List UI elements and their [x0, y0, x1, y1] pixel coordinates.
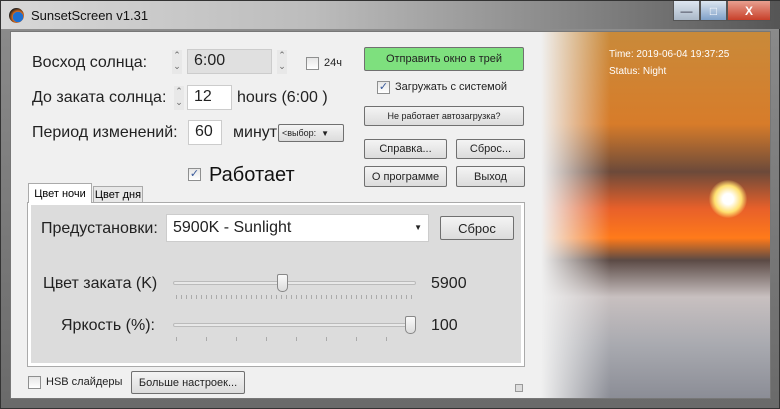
sunset-color-label: Цвет заката (K)	[43, 275, 158, 292]
about-button[interactable]: О программе	[364, 166, 447, 187]
sunset-color-value: 5900	[431, 275, 467, 292]
h24-label: 24ч	[324, 57, 342, 69]
running-checkbox[interactable]: ✓	[188, 168, 201, 181]
chevron-down-icon: ▼	[321, 128, 330, 138]
period-label: Период изменений:	[32, 124, 178, 141]
close-button[interactable]: X	[727, 1, 771, 21]
window-title: SunsetScreen v1.31	[31, 8, 149, 23]
hsb-checkbox[interactable]	[28, 376, 41, 389]
until-sunset-input[interactable]: 12	[187, 85, 232, 110]
until-sunset-label: До заката солнца:	[32, 89, 167, 106]
until-sunset-spinner[interactable]: ⌃ ⌄	[174, 86, 184, 110]
autostart-help-button[interactable]: Не работает автозагрузка?	[364, 106, 524, 126]
chevron-down-icon: ▼	[414, 223, 422, 232]
help-button[interactable]: Справка...	[364, 139, 447, 159]
client-area: Time: 2019-06-04 19:37:25 Status: Night …	[10, 31, 771, 399]
minimize-button[interactable]: —	[673, 1, 700, 21]
sunset-color-ticks	[176, 295, 413, 299]
tab-day-color[interactable]: Цвет дня	[93, 186, 143, 203]
tab-panel-body: Предустановки: 5900K - Sunlight ▼ Сброс Ц…	[31, 205, 521, 363]
maximize-button[interactable]: □	[700, 1, 727, 21]
period-select-value: <выбор:	[282, 128, 317, 138]
sunset-color-track[interactable]	[173, 281, 416, 285]
sunrise-input[interactable]: 6:00	[187, 49, 272, 74]
autostart-checkbox[interactable]: ✓	[377, 81, 390, 94]
minutes-label: минут	[233, 124, 278, 141]
period-input[interactable]: 60	[188, 120, 222, 145]
sunset-image: Time: 2019-06-04 19:37:25 Status: Night	[541, 32, 770, 398]
more-settings-button[interactable]: Больше настроек...	[131, 371, 245, 394]
status-time: Time: 2019-06-04 19:37:25	[609, 49, 730, 60]
presets-value: 5900K - Sunlight	[173, 219, 292, 236]
app-window: SunsetScreen v1.31 — □ X Time: 2019-06-0…	[0, 0, 780, 409]
brightness-value: 100	[431, 317, 458, 334]
tab-panel: Предустановки: 5900K - Sunlight ▼ Сброс Ц…	[27, 202, 525, 367]
title-bar[interactable]: SunsetScreen v1.31 — □ X	[1, 1, 780, 29]
reset-all-button[interactable]: Сброс...	[456, 139, 525, 159]
presets-label: Предустановки:	[41, 220, 158, 237]
brightness-ticks	[176, 337, 416, 341]
sunrise-label: Восход солнца:	[32, 54, 148, 71]
sun-image	[709, 180, 747, 218]
brightness-slider-thumb[interactable]	[405, 316, 416, 334]
tab-night-color[interactable]: Цвет ночи	[28, 183, 92, 203]
send-to-tray-button[interactable]: Отправить окно в трей	[364, 47, 524, 71]
status-text: Status: Night	[609, 66, 667, 77]
period-select[interactable]: <выбор: ▼	[278, 124, 344, 142]
sunset-color-slider-thumb[interactable]	[277, 274, 289, 292]
preset-reset-button[interactable]: Сброс	[440, 216, 514, 240]
hours-label: hours (6:00 )	[237, 89, 328, 106]
presets-combobox[interactable]: 5900K - Sunlight ▼	[166, 214, 429, 242]
brightness-track[interactable]	[173, 323, 416, 327]
sunrise-spinner[interactable]: ⌃ ⌄	[172, 50, 182, 74]
sunrise-spinner-right[interactable]: ⌃ ⌄	[277, 50, 287, 74]
autostart-label: Загружать с системой	[395, 81, 508, 93]
hsb-label: HSB слайдеры	[46, 376, 123, 388]
brightness-label: Яркость (%):	[61, 317, 155, 334]
running-label: Работает	[209, 164, 295, 186]
h24-checkbox[interactable]	[306, 57, 319, 70]
resize-grip-icon[interactable]	[515, 384, 523, 392]
exit-button[interactable]: Выход	[456, 166, 525, 187]
app-icon	[9, 8, 24, 23]
